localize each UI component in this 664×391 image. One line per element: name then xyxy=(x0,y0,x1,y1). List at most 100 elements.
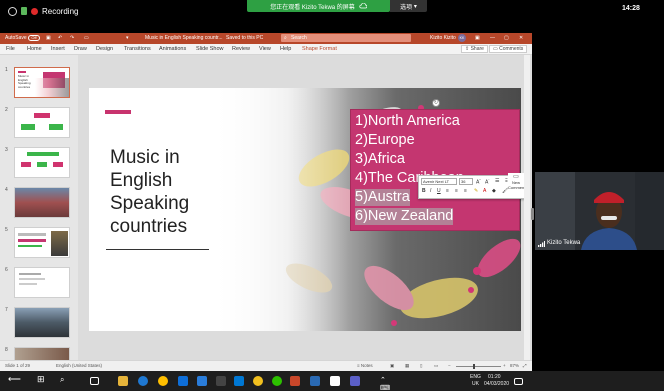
slide-sorter-icon[interactable]: ▦ xyxy=(405,363,409,369)
list-item-selected[interactable]: 6)New Zealand xyxy=(355,208,454,225)
rotate-handle-icon[interactable]: ↻ xyxy=(432,99,440,107)
tab-design[interactable]: Design xyxy=(96,46,113,52)
minimize-icon[interactable]: — xyxy=(490,35,495,41)
chrome-alt-icon[interactable] xyxy=(253,376,263,386)
tab-animations[interactable]: Animations xyxy=(159,46,186,52)
view-options-button[interactable]: 选项 ▾ xyxy=(390,0,427,12)
tab-slide-show[interactable]: Slide Show xyxy=(196,46,224,52)
notepad-icon[interactable] xyxy=(330,376,340,386)
shape-fill-icon[interactable]: ◆ xyxy=(492,188,496,194)
normal-view-icon[interactable]: ▣ xyxy=(390,363,394,369)
zoom-out-icon[interactable]: − xyxy=(448,363,451,368)
align-center-icon[interactable]: ≡ xyxy=(455,188,458,194)
user-name[interactable]: Kizito Kizito xyxy=(430,35,456,41)
participant-video[interactable]: Kizito Tekwa xyxy=(535,172,664,250)
teams-icon[interactable] xyxy=(350,376,360,386)
chrome-icon[interactable] xyxy=(158,376,168,386)
search-icon[interactable]: ⌕ xyxy=(60,375,70,385)
list-item-selected[interactable]: 5)Austra xyxy=(355,189,410,206)
tab-draw[interactable]: Draw xyxy=(74,46,87,52)
tray-icons[interactable]: ⌃ ⌨ ▭ ♪ xyxy=(380,376,390,391)
font-color-icon[interactable]: A xyxy=(483,188,486,194)
list-item[interactable]: 1)North America xyxy=(355,113,460,130)
language-indicator[interactable]: English (United States) xyxy=(56,363,102,368)
saved-status: Saved to this PC xyxy=(226,35,264,41)
edge-icon[interactable] xyxy=(138,376,148,386)
list-item[interactable]: 2)Europe xyxy=(355,132,415,149)
back-arrow-icon[interactable]: ⟵ xyxy=(8,374,21,384)
font-name-field[interactable]: Avenir Next LT xyxy=(421,178,457,185)
font-size-field[interactable]: 36 xyxy=(459,178,473,185)
slide-thumbnail-6[interactable] xyxy=(14,267,70,298)
close-icon[interactable]: ✕ xyxy=(519,35,523,41)
ie-icon[interactable] xyxy=(178,376,188,386)
undo-icon[interactable]: ↶ xyxy=(58,35,62,41)
taskbar-date[interactable]: 04/03/2020 xyxy=(484,381,509,387)
region-code[interactable]: UK xyxy=(472,381,479,387)
redo-icon[interactable]: ↷ xyxy=(70,35,74,41)
autosave-toggle[interactable]: Off xyxy=(28,35,40,41)
recording-indicator[interactable]: Recording xyxy=(8,4,78,18)
present-icon[interactable]: ▭ xyxy=(84,35,89,41)
italic-button[interactable]: I xyxy=(430,188,431,194)
vertical-scrollbar[interactable] xyxy=(524,55,530,360)
slide-thumbnail-3[interactable] xyxy=(14,147,70,178)
tab-view[interactable]: View xyxy=(259,46,271,52)
slide-thumbnail-2[interactable] xyxy=(14,107,70,138)
app-icon[interactable] xyxy=(216,376,226,386)
slide-accent-bar xyxy=(105,110,131,114)
task-view-icon[interactable] xyxy=(90,377,99,385)
comments-button[interactable]: ▭ Comments xyxy=(489,45,528,53)
restore-icon[interactable]: ▢ xyxy=(504,35,509,41)
slideshow-icon[interactable]: ▭ xyxy=(434,363,438,369)
panel-resize-handle[interactable] xyxy=(531,208,534,220)
powerpoint-icon[interactable] xyxy=(290,376,300,386)
notifications-icon[interactable] xyxy=(514,378,523,385)
taskbar-time[interactable]: 01:20 xyxy=(488,374,501,380)
reading-view-icon[interactable]: ▯ xyxy=(420,363,422,369)
tab-help[interactable]: Help xyxy=(280,46,291,52)
zoom-level[interactable]: 87% xyxy=(510,363,519,368)
bullets-icon[interactable]: ☰ xyxy=(495,178,499,184)
slide-thumbnail-1[interactable]: Music in English Speaking countries xyxy=(14,67,70,98)
slide-thumbnail-5[interactable] xyxy=(14,227,70,258)
lang-code[interactable]: ENG xyxy=(470,374,481,380)
save-icon[interactable]: ▣ xyxy=(46,35,51,41)
tab-file[interactable]: File xyxy=(6,46,15,52)
zoom-slider[interactable] xyxy=(456,366,501,367)
list-item[interactable]: 3)Africa xyxy=(355,151,405,168)
avatar[interactable]: KK xyxy=(458,34,466,42)
zoom-app-icon[interactable] xyxy=(310,376,320,386)
fit-slide-icon[interactable]: ⤢ xyxy=(523,363,527,368)
file-explorer-icon[interactable] xyxy=(118,376,128,386)
slide-thumbnail-4[interactable] xyxy=(14,187,70,218)
new-comment-button[interactable]: ▭ New Comment xyxy=(508,173,525,197)
wechat-icon[interactable] xyxy=(272,376,282,386)
tab-home[interactable]: Home xyxy=(27,46,42,52)
bold-button[interactable]: B xyxy=(422,188,426,194)
ribbon-display-icon[interactable]: ▣ xyxy=(475,35,480,41)
customize-qat-icon[interactable]: ▾ xyxy=(126,35,129,41)
countries-textbox[interactable]: 1)North America 2)Europe 3)Africa 4)The … xyxy=(350,109,520,231)
mail-icon[interactable] xyxy=(234,376,244,386)
tab-insert[interactable]: Insert xyxy=(51,46,65,52)
align-left-icon[interactable]: ≡ xyxy=(446,188,449,194)
share-button[interactable]: ⇪ Share xyxy=(461,45,488,53)
zoom-slider-thumb[interactable] xyxy=(473,364,475,369)
info-icon[interactable] xyxy=(8,6,17,16)
notes-button[interactable]: ≡ Notes xyxy=(357,363,373,368)
slide-thumbnail-8[interactable] xyxy=(14,347,70,360)
search-input[interactable]: ⌕ Search xyxy=(281,34,411,42)
tab-shape-format[interactable]: Shape Format xyxy=(302,46,337,52)
tab-review[interactable]: Review xyxy=(232,46,250,52)
store-icon[interactable] xyxy=(197,376,207,386)
highlight-icon[interactable]: ✎ xyxy=(474,188,478,194)
zoom-in-icon[interactable]: + xyxy=(503,363,506,368)
align-right-icon[interactable]: ≡ xyxy=(464,188,467,194)
underline-button[interactable]: U xyxy=(437,188,441,194)
slide-thumbnail-7[interactable] xyxy=(14,307,70,338)
start-windows-icon[interactable]: ⊞ xyxy=(37,374,47,384)
tab-transitions[interactable]: Transitions xyxy=(124,46,151,52)
grow-font-icon[interactable]: A^ xyxy=(476,178,481,186)
shrink-font-icon[interactable]: Aˇ xyxy=(485,178,489,186)
